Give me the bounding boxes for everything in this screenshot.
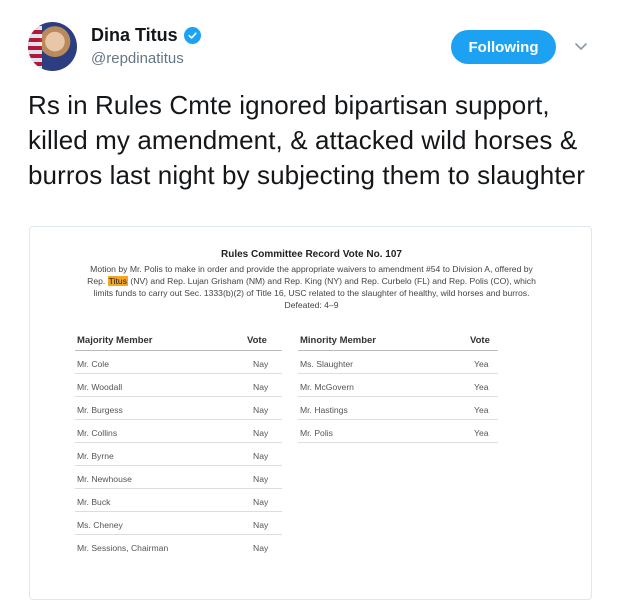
minority-member-header: Minority Member bbox=[300, 335, 377, 346]
table-row: Ms. Slaughter Yea bbox=[298, 351, 498, 374]
member-name: Mr. Newhouse bbox=[77, 474, 132, 484]
verified-badge-icon bbox=[183, 27, 201, 44]
member-name: Mr. Hastings bbox=[300, 405, 348, 415]
table-row: Mr. Hastings Yea bbox=[298, 397, 498, 420]
vote-value: Nay bbox=[253, 497, 269, 507]
vote-value: Yea bbox=[474, 428, 489, 438]
tweet-text: Rs in Rules Cmte ignored bipartisan supp… bbox=[28, 90, 585, 190]
vote-value: Nay bbox=[253, 474, 269, 484]
user-handle[interactable]: @repdinatitus bbox=[91, 50, 201, 67]
member-name: Mr. McGovern bbox=[300, 382, 354, 392]
member-name: Mr. Burgess bbox=[77, 405, 123, 415]
majority-member-header: Majority Member bbox=[77, 335, 153, 346]
table-row: Mr. Polis Yea bbox=[298, 420, 498, 443]
minority-table-header: Minority Member Vote bbox=[298, 331, 498, 351]
member-name: Ms. Cheney bbox=[77, 520, 123, 530]
table-row: Mr. Buck Nay bbox=[75, 489, 282, 512]
table-row: Mr. Burgess Nay bbox=[75, 397, 282, 420]
majority-table: Majority Member Vote Mr. Cole Nay Mr. Woo… bbox=[75, 331, 282, 558]
attached-image-card[interactable]: Rules Committee Record Vote No. 107 Moti… bbox=[29, 226, 592, 600]
table-row: Mr. Byrne Nay bbox=[75, 443, 282, 466]
minority-table: Minority Member Vote Ms. Slaughter Yea Mr… bbox=[298, 331, 498, 443]
user-name-block[interactable]: Dina Titus @repdinatitus bbox=[91, 25, 201, 67]
display-name[interactable]: Dina Titus bbox=[91, 25, 201, 46]
document-title: Rules Committee Record Vote No. 107 bbox=[221, 249, 402, 260]
vote-value: Nay bbox=[253, 359, 269, 369]
chevron-down-icon[interactable] bbox=[573, 38, 589, 54]
table-row: Mr. Newhouse Nay bbox=[75, 466, 282, 489]
minority-vote-header: Vote bbox=[470, 335, 490, 346]
vote-value: Nay bbox=[253, 428, 269, 438]
member-name: Mr. Buck bbox=[77, 497, 111, 507]
vote-value: Yea bbox=[474, 382, 489, 392]
member-name: Mr. Cole bbox=[77, 359, 109, 369]
vote-value: Nay bbox=[253, 543, 269, 553]
member-name: Mr. Collins bbox=[77, 428, 118, 438]
majority-vote-header: Vote bbox=[247, 335, 267, 346]
flag-graphic bbox=[28, 22, 42, 71]
vote-value: Nay bbox=[253, 451, 269, 461]
vote-value: Yea bbox=[474, 405, 489, 415]
majority-table-header: Majority Member Vote bbox=[75, 331, 282, 351]
following-button[interactable]: Following bbox=[451, 30, 556, 64]
table-row: Mr. Cole Nay bbox=[75, 351, 282, 374]
table-row: Mr. McGovern Yea bbox=[298, 374, 498, 397]
vote-value: Nay bbox=[253, 520, 269, 530]
member-name: Mr. Byrne bbox=[77, 451, 114, 461]
member-name: Ms. Slaughter bbox=[300, 359, 354, 369]
highlighted-name: Titus bbox=[107, 276, 128, 286]
description-part-2: (NV) and Rep. Lujan Grisham (NM) and Rep… bbox=[93, 276, 536, 310]
vote-value: Nay bbox=[253, 382, 269, 392]
member-name: Mr. Woodall bbox=[77, 382, 123, 392]
table-row: Mr. Collins Nay bbox=[75, 420, 282, 443]
vote-record-document: Rules Committee Record Vote No. 107 Moti… bbox=[30, 227, 591, 599]
tweet-header: Dina Titus @repdinatitus Following bbox=[28, 22, 600, 72]
table-row: Mr. Sessions, Chairman Nay bbox=[75, 535, 282, 558]
document-description: Motion by Mr. Polis to make in order and… bbox=[80, 263, 543, 311]
member-name: Mr. Polis bbox=[300, 428, 333, 438]
member-name: Mr. Sessions, Chairman bbox=[77, 543, 169, 553]
vote-value: Yea bbox=[474, 359, 489, 369]
table-row: Ms. Cheney Nay bbox=[75, 512, 282, 535]
vote-value: Nay bbox=[253, 405, 269, 415]
avatar[interactable] bbox=[28, 22, 77, 71]
display-name-text[interactable]: Dina Titus bbox=[91, 25, 178, 46]
table-row: Mr. Woodall Nay bbox=[75, 374, 282, 397]
